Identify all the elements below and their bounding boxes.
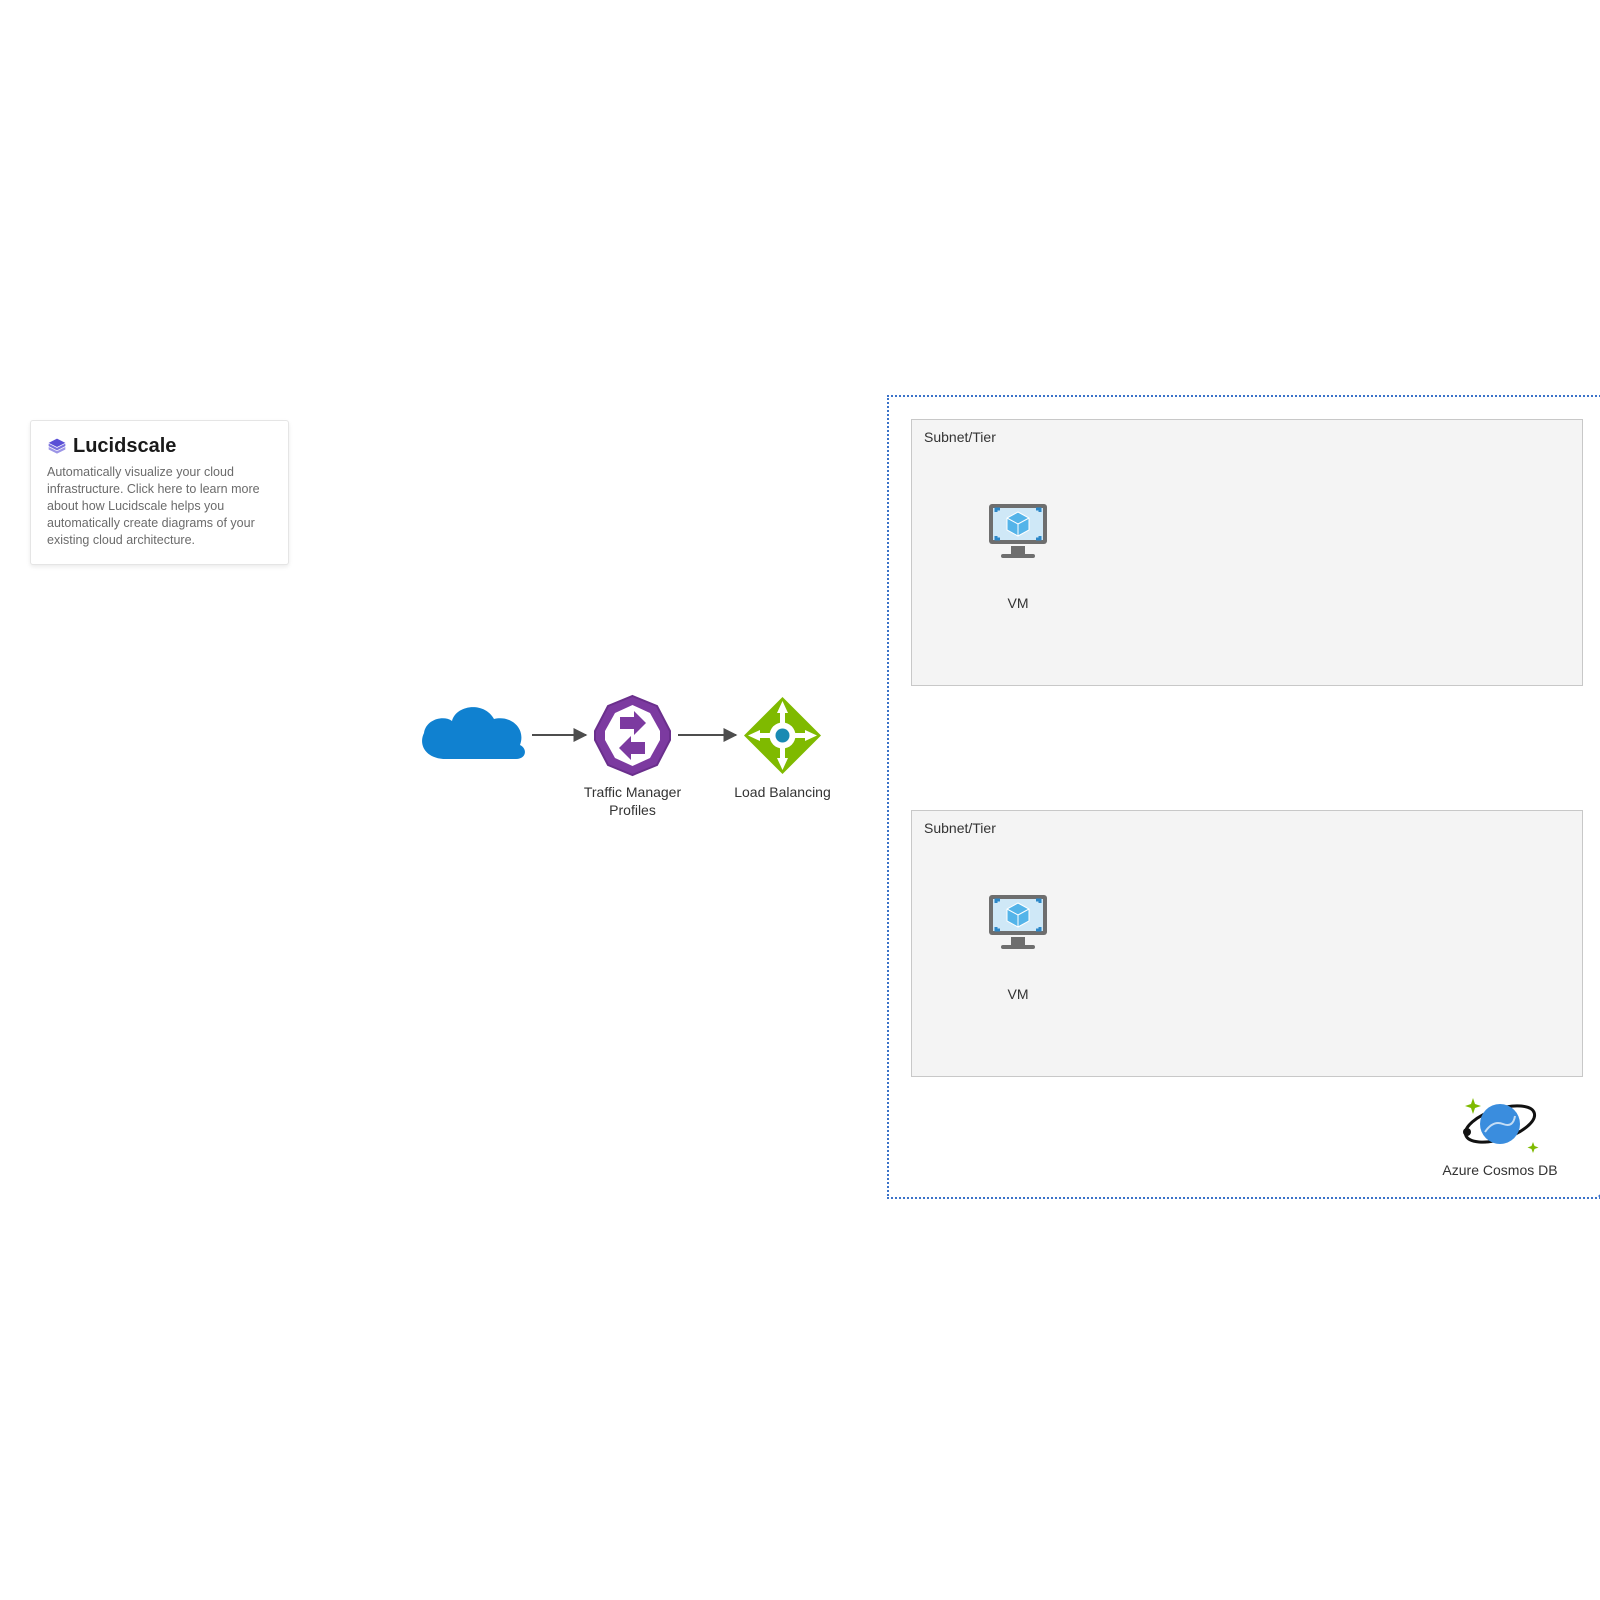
vm-icon-2[interactable] (983, 891, 1053, 958)
load-balancing-icon[interactable] (740, 693, 825, 783)
vm-icon-1[interactable] (983, 500, 1053, 567)
traffic-manager-icon[interactable] (590, 693, 675, 783)
lucidscale-logo-icon (47, 437, 67, 457)
load-balancing-label: Load Balancing (725, 784, 840, 802)
vm-1-label: VM (983, 595, 1053, 613)
lucidscale-brand-name: Lucidscale (73, 435, 176, 458)
traffic-manager-label: Traffic Manager Profiles (575, 784, 690, 819)
lucidscale-info-card[interactable]: Lucidscale Automatically visualize your … (30, 420, 289, 565)
cosmos-db-label: Azure Cosmos DB (1430, 1162, 1570, 1180)
vm-2-label: VM (983, 986, 1053, 1004)
subnet-2-title: Subnet/Tier (924, 820, 996, 836)
subnet-1-title: Subnet/Tier (924, 429, 996, 445)
cosmos-db-icon[interactable] (1455, 1090, 1545, 1161)
lucidscale-description: Automatically visualize your cloud infra… (47, 464, 272, 548)
cloud-icon[interactable] (410, 697, 530, 780)
